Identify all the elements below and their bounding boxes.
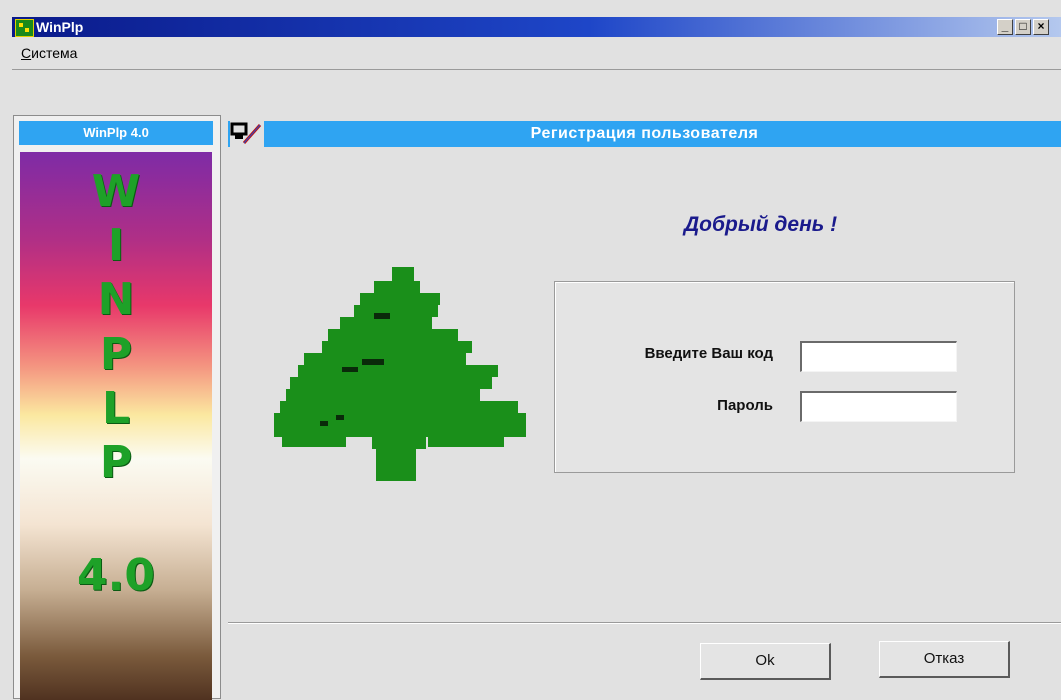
login-form-box: Введите Ваш код Пароль [554, 281, 1015, 473]
window-title: WinPlp [36, 19, 84, 35]
divider [228, 622, 1061, 624]
menu-item-sistema[interactable]: Система [21, 45, 77, 61]
logo-panel: WinPlp 4.0 W I N P L P 4.0 [13, 115, 221, 700]
logo-version: 4.0 [77, 550, 155, 601]
pen-icon [230, 121, 264, 147]
greeting-text: Добрый день ! [684, 213, 838, 236]
dialog-header-bar: Регистрация пользователя [228, 121, 1061, 147]
logo-letter: P [99, 437, 133, 488]
close-button[interactable]: × [1033, 19, 1049, 35]
password-input[interactable] [800, 391, 957, 422]
logo-gradient-strip: W I N P L P 4.0 [20, 152, 212, 700]
logo-letter: L [101, 383, 131, 434]
dialog-title: Регистрация пользователя [530, 125, 759, 142]
minimize-button[interactable]: _ [997, 19, 1013, 35]
password-label: Пароль [717, 397, 773, 414]
menu-item-accel: С [21, 45, 32, 61]
maximize-button[interactable]: □ [1015, 19, 1031, 35]
logo-letter: P [99, 329, 133, 380]
logo-panel-header: WinPlp 4.0 [19, 121, 213, 145]
logo-letter: W [91, 166, 141, 217]
code-label: Введите Ваш код [644, 345, 773, 362]
menu-item-label: истема [31, 45, 78, 61]
christmas-tree-icon [270, 265, 530, 490]
app-icon [15, 19, 34, 37]
code-input[interactable] [800, 341, 957, 372]
logo-letter: I [107, 220, 125, 271]
menu-bar: Система [12, 37, 1061, 70]
title-bar[interactable]: WinPlp _ □ × [12, 17, 1061, 37]
cancel-button[interactable]: Отказ [879, 641, 1010, 678]
logo-letter: N [97, 274, 135, 325]
ok-button[interactable]: Ok [700, 643, 831, 680]
